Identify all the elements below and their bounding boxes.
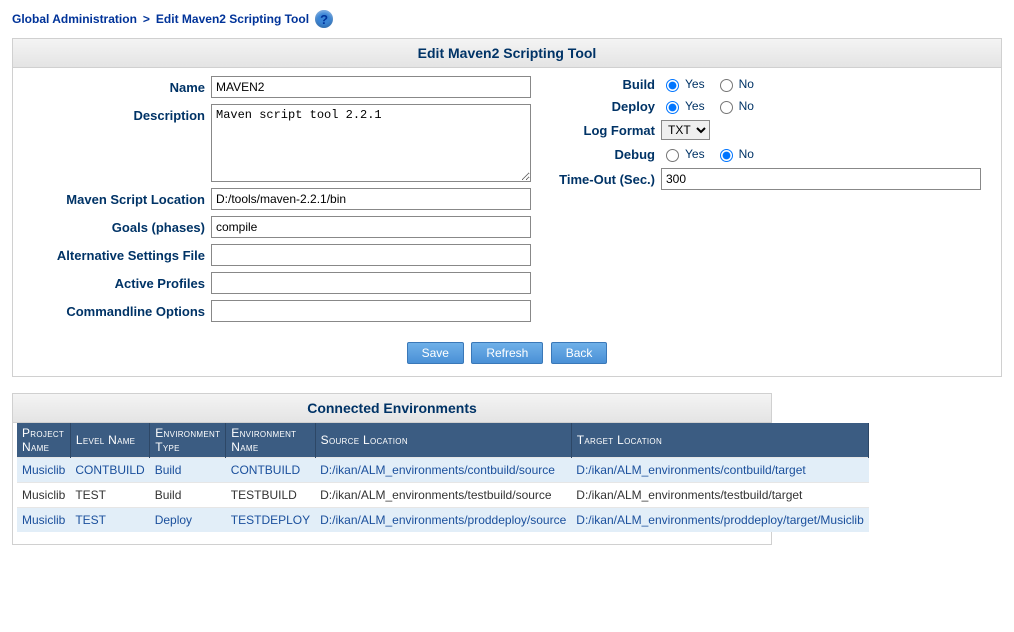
table-cell[interactable]: D:/ikan/ALM_environments/contbuild/targe… xyxy=(571,458,868,483)
table-cell: Musiclib xyxy=(17,483,70,508)
cell-link[interactable]: D:/ikan/ALM_environments/proddeploy/targ… xyxy=(576,513,863,527)
table-row: Musiclib CONTBUILD Build CONTBUILD D:/ikan/A… xyxy=(17,458,869,483)
label-build: Build xyxy=(541,77,661,92)
deploy-radio-group: Yes No xyxy=(661,98,754,114)
maven-script-location-input[interactable] xyxy=(211,188,531,210)
cell-link[interactable]: Musiclib xyxy=(22,513,65,527)
cell-link[interactable]: D:/ikan/ALM_environments/contbuild/sourc… xyxy=(320,463,555,477)
debug-no-radio[interactable] xyxy=(720,149,733,162)
table-cell[interactable]: TEST xyxy=(70,508,149,533)
build-radio-group: Yes No xyxy=(661,76,754,92)
label-debug: Debug xyxy=(541,147,661,162)
table-row: MusiclibTESTBuildTESTBUILDD:/ikan/ALM_en… xyxy=(17,483,869,508)
save-button[interactable]: Save xyxy=(407,342,464,364)
log-format-select[interactable]: TXT xyxy=(661,120,710,140)
table-cell[interactable]: CONTBUILD xyxy=(70,458,149,483)
build-no-option[interactable]: No xyxy=(715,76,754,92)
connected-environments-panel: Connected Environments Project Name Leve… xyxy=(12,393,772,545)
col-level: Level Name xyxy=(70,423,149,458)
table-cell[interactable]: TESTDEPLOY xyxy=(226,508,315,533)
table-cell: Build xyxy=(150,483,226,508)
label-cmd-options: Commandline Options xyxy=(21,304,211,319)
table-cell[interactable]: Deploy xyxy=(150,508,226,533)
timeout-input[interactable] xyxy=(661,168,981,190)
cell-link[interactable]: TESTDEPLOY xyxy=(231,513,310,527)
edit-panel: Edit Maven2 Scripting Tool Name Descript… xyxy=(12,38,1002,377)
cell-link[interactable]: Build xyxy=(155,463,182,477)
table-cell[interactable]: D:/ikan/ALM_environments/contbuild/sourc… xyxy=(315,458,571,483)
table-cell[interactable]: CONTBUILD xyxy=(226,458,315,483)
debug-yes-option[interactable]: Yes xyxy=(661,146,705,162)
breadcrumb-part2: Edit Maven2 Scripting Tool xyxy=(156,12,309,26)
table-cell[interactable]: Musiclib xyxy=(17,508,70,533)
debug-no-option[interactable]: No xyxy=(715,146,754,162)
col-project: Project Name xyxy=(17,423,70,458)
back-button[interactable]: Back xyxy=(551,342,608,364)
button-row: Save Refresh Back xyxy=(13,342,1001,364)
table-cell[interactable]: Musiclib xyxy=(17,458,70,483)
build-yes-option[interactable]: Yes xyxy=(661,76,705,92)
label-name: Name xyxy=(21,80,211,95)
debug-yes-radio[interactable] xyxy=(666,149,679,162)
table-cell[interactable]: Build xyxy=(150,458,226,483)
name-input[interactable] xyxy=(211,76,531,98)
deploy-no-option[interactable]: No xyxy=(715,98,754,114)
col-source: Source Location xyxy=(315,423,571,458)
table-cell: D:/ikan/ALM_environments/testbuild/targe… xyxy=(571,483,868,508)
active-profiles-input[interactable] xyxy=(211,272,531,294)
refresh-button[interactable]: Refresh xyxy=(471,342,543,364)
panel-title: Edit Maven2 Scripting Tool xyxy=(13,39,1001,68)
table-cell: D:/ikan/ALM_environments/testbuild/sourc… xyxy=(315,483,571,508)
cell-link[interactable]: Musiclib xyxy=(22,463,65,477)
cell-link[interactable]: D:/ikan/ALM_environments/contbuild/targe… xyxy=(576,463,805,477)
cmd-options-input[interactable] xyxy=(211,300,531,322)
deploy-yes-radio[interactable] xyxy=(666,101,679,114)
label-timeout: Time-Out (Sec.) xyxy=(541,172,661,187)
deploy-no-radio[interactable] xyxy=(720,101,733,114)
breadcrumb-sep: > xyxy=(143,12,150,26)
label-active-profiles: Active Profiles xyxy=(21,276,211,291)
cell-link[interactable]: TEST xyxy=(75,513,106,527)
env-table: Project Name Level Name Environment Type… xyxy=(17,423,869,532)
debug-radio-group: Yes No xyxy=(661,146,754,162)
label-log-format: Log Format xyxy=(541,123,661,138)
col-target: Target Location xyxy=(571,423,868,458)
col-env-name: Environment Name xyxy=(226,423,315,458)
description-input[interactable]: Maven script tool 2.2.1 xyxy=(211,104,531,182)
breadcrumb-part1[interactable]: Global Administration xyxy=(12,12,137,26)
table-row: Musiclib TEST Deploy TESTDEPLOY D:/ikan/ALM_… xyxy=(17,508,869,533)
label-deploy: Deploy xyxy=(541,99,661,114)
table-cell: TESTBUILD xyxy=(226,483,315,508)
label-description: Description xyxy=(21,104,211,123)
label-maven-script-location: Maven Script Location xyxy=(21,192,211,207)
cell-link[interactable]: CONTBUILD xyxy=(75,463,144,477)
cell-link[interactable]: D:/ikan/ALM_environments/proddeploy/sour… xyxy=(320,513,566,527)
build-yes-radio[interactable] xyxy=(666,79,679,92)
table-cell[interactable]: D:/ikan/ALM_environments/proddeploy/targ… xyxy=(571,508,868,533)
table-cell: TEST xyxy=(70,483,149,508)
alt-settings-input[interactable] xyxy=(211,244,531,266)
cell-link[interactable]: Deploy xyxy=(155,513,192,527)
env-panel-title: Connected Environments xyxy=(13,394,771,423)
deploy-yes-option[interactable]: Yes xyxy=(661,98,705,114)
breadcrumb: Global Administration > Edit Maven2 Script… xyxy=(8,8,1006,38)
label-goals: Goals (phases) xyxy=(21,220,211,235)
table-cell[interactable]: D:/ikan/ALM_environments/proddeploy/sour… xyxy=(315,508,571,533)
help-icon[interactable]: ? xyxy=(315,10,333,28)
label-alt-settings: Alternative Settings File xyxy=(21,248,211,263)
cell-link[interactable]: CONTBUILD xyxy=(231,463,300,477)
build-no-radio[interactable] xyxy=(720,79,733,92)
col-env-type: Environment Type xyxy=(150,423,226,458)
goals-input[interactable] xyxy=(211,216,531,238)
